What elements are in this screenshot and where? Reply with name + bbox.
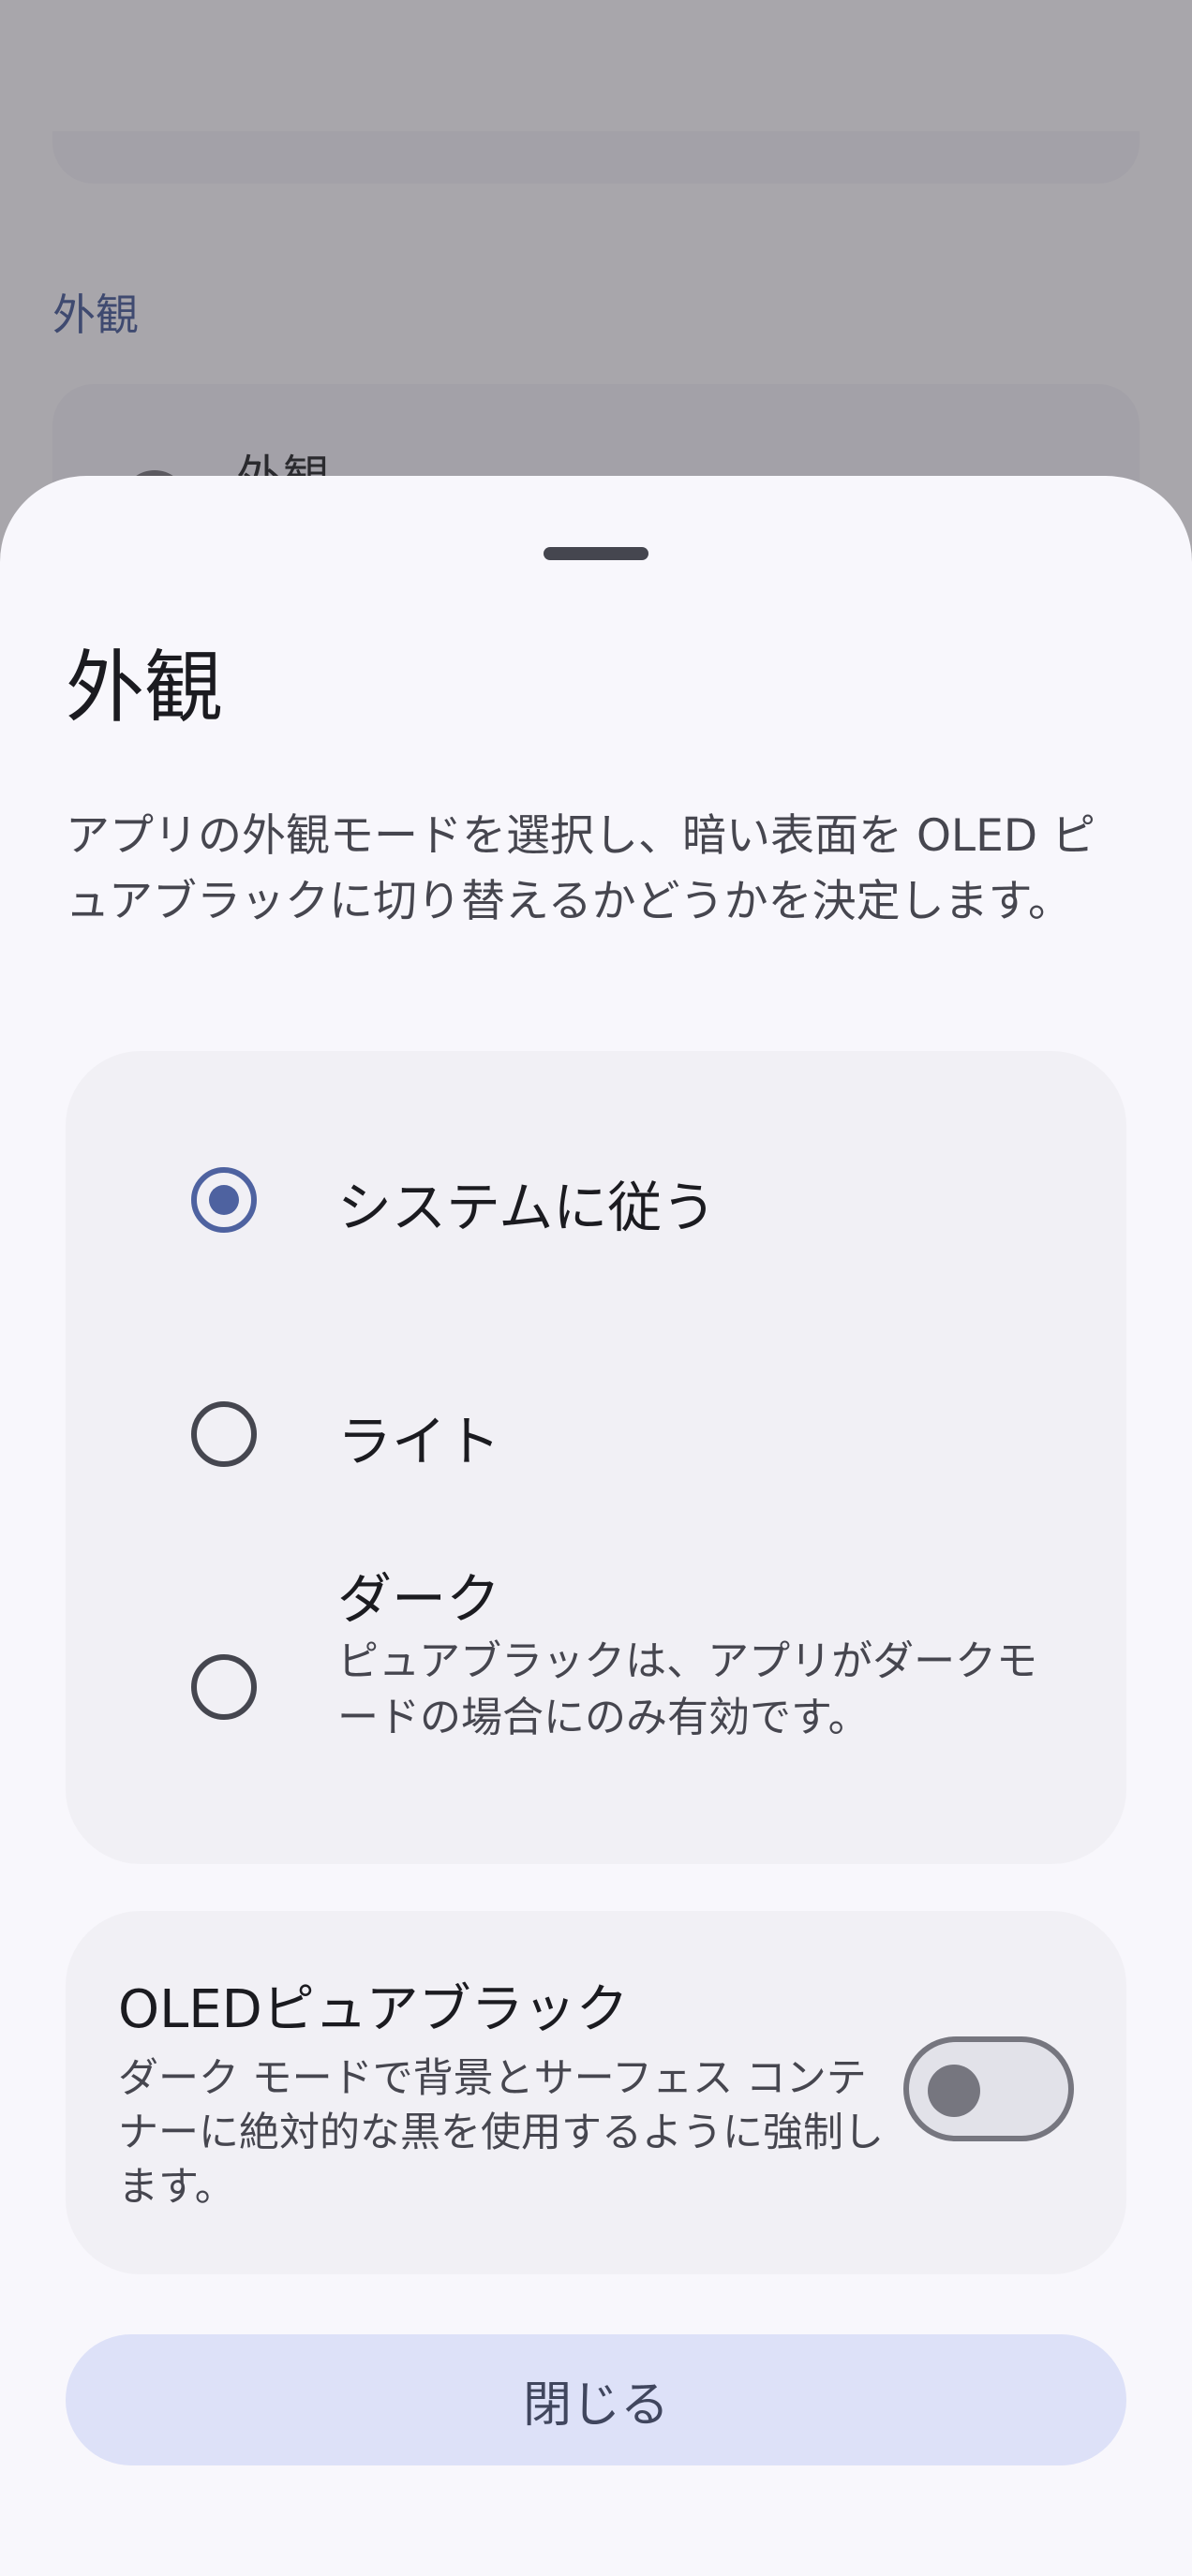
option-light[interactable]: ライト [66,1323,1126,1557]
option-sublabel: ピュアブラックは、アプリがダークモードの場合にのみ有効です。 [337,1637,1038,1741]
switch-thumb [928,2065,980,2117]
oled-pure-black-card[interactable]: OLEDピュアブラック ダーク モードで背景とサーフェス コンテナーに絶対的な黒… [66,1911,1126,2274]
oled-toggle-switch[interactable] [903,2036,1074,2141]
oled-title: OLEDピュアブラック [118,1979,629,2040]
option-follow-system[interactable]: システムに従う [66,1051,1126,1323]
close-button[interactable]: 閉じる [66,2334,1126,2465]
oled-description: ダーク モードで背景とサーフェス コンテナーに絶対的な黒を使用するように強制しま… [118,2055,884,2211]
option-dark[interactable]: ダーク ピュアブラックは、アプリがダークモードの場合にのみ有効です。 [66,1557,1126,1864]
sheet-title: 外観 [66,642,224,733]
radio-selected-icon[interactable] [191,1167,257,1233]
radio-unselected-icon[interactable] [191,1654,257,1720]
option-label: ライト [337,1410,501,1473]
background-section-title: 外観 [52,289,139,340]
drag-handle[interactable] [544,547,648,560]
radio-unselected-icon[interactable] [191,1401,257,1467]
appearance-bottom-sheet: 外観 アプリの外観モードを選択し、暗い表面を OLED ピュアブラックに切り替え… [0,476,1192,2576]
option-label: システムに従う [337,1176,717,1239]
option-label: ダーク [337,1567,501,1631]
sheet-description: アプリの外観モードを選択し、暗い表面を OLED ピュアブラックに切り替えるかど… [66,810,1095,927]
background-card [52,131,1140,184]
theme-options-card: システムに従う ライト ダーク ピュアブラックは、アプリがダークモードの場合にの… [66,1051,1126,1864]
